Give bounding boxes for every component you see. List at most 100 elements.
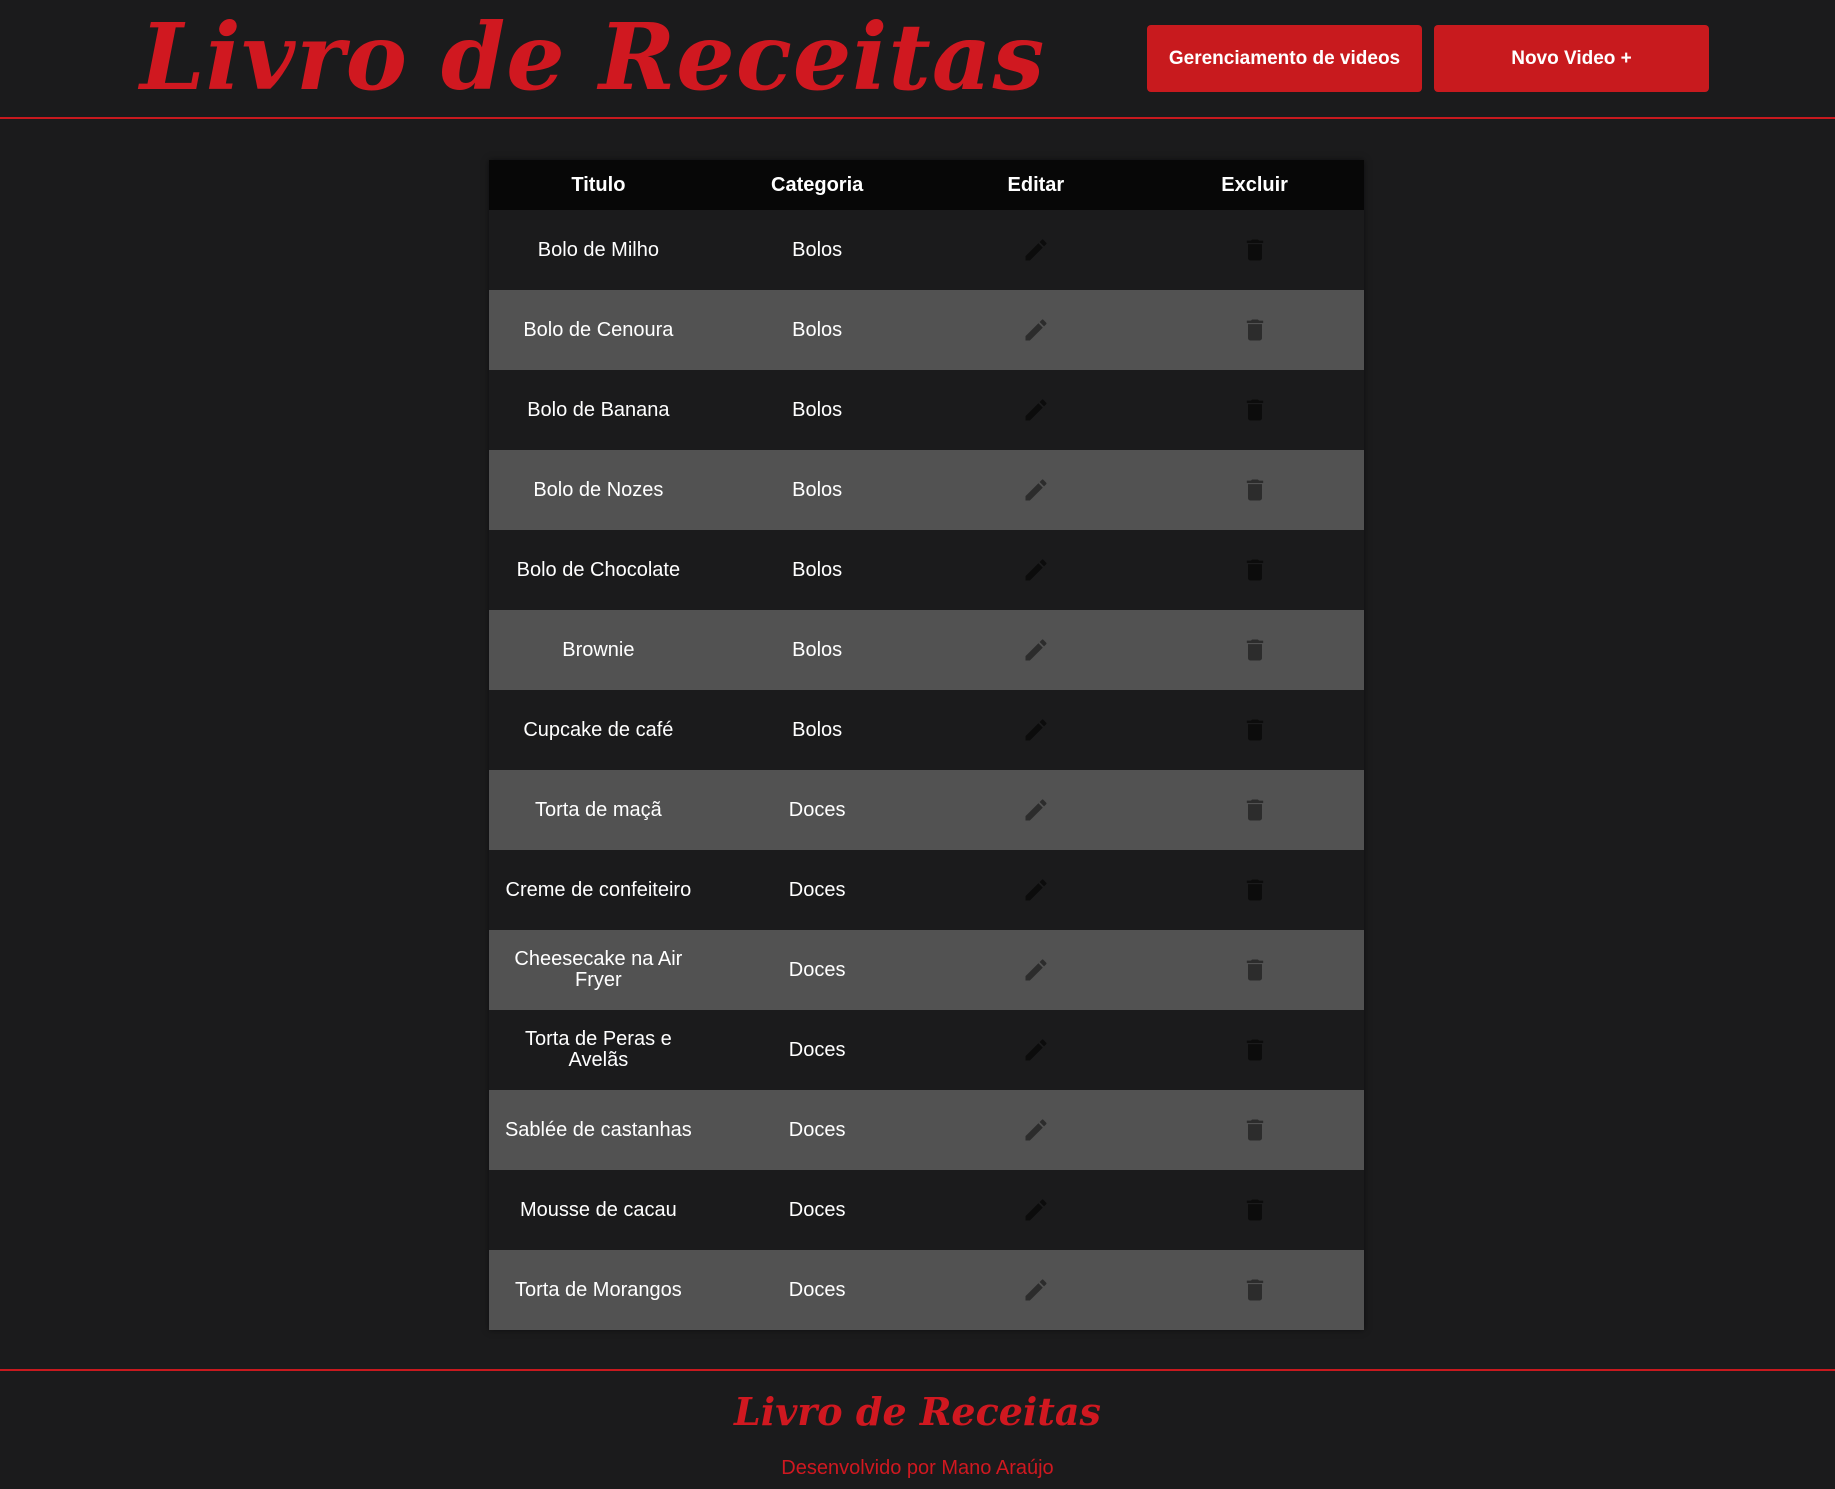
trash-icon[interactable] — [1241, 716, 1269, 744]
manage-videos-button[interactable]: Gerenciamento de videos — [1147, 25, 1422, 92]
pencil-icon[interactable] — [1022, 1116, 1050, 1144]
recipe-category: Doces — [788, 1198, 846, 1221]
delete-cell — [1145, 450, 1364, 530]
recipe-category: Bolos — [792, 318, 843, 341]
table-row: Sablée de castanhas Doces — [489, 1090, 1364, 1170]
edit-cell — [927, 530, 1146, 610]
recipe-category: Doces — [788, 878, 846, 901]
trash-icon[interactable] — [1241, 236, 1269, 264]
edit-cell — [927, 1170, 1146, 1250]
site-footer: Livro de Receitas Desenvolvido por Mano … — [0, 1369, 1835, 1489]
trash-icon[interactable] — [1241, 476, 1269, 504]
edit-cell — [927, 850, 1146, 930]
table-row: Bolo de Milho Bolos — [489, 210, 1364, 290]
recipe-category: Doces — [788, 958, 846, 981]
pencil-icon[interactable] — [1022, 1276, 1050, 1304]
recipes-table: Titulo Categoria Editar Excluir Bolo de … — [489, 160, 1364, 1330]
delete-cell — [1145, 210, 1364, 290]
pencil-icon[interactable] — [1022, 636, 1050, 664]
table-row: Mousse de cacau Doces — [489, 1170, 1364, 1250]
pencil-icon[interactable] — [1022, 1196, 1050, 1224]
edit-cell — [927, 370, 1146, 450]
table-row: Bolo de Chocolate Bolos — [489, 530, 1364, 610]
column-header-titulo: Titulo — [571, 173, 626, 196]
table-row: Brownie Bolos — [489, 610, 1364, 690]
delete-cell — [1145, 690, 1364, 770]
recipe-title: Bolo de Cenoura — [523, 318, 674, 341]
pencil-icon[interactable] — [1022, 236, 1050, 264]
trash-icon[interactable] — [1241, 796, 1269, 824]
recipe-title: Bolo de Milho — [537, 238, 659, 261]
trash-icon[interactable] — [1241, 1116, 1269, 1144]
table-row: Cheesecake na Air Fryer Doces — [489, 930, 1364, 1010]
edit-cell — [927, 690, 1146, 770]
trash-icon[interactable] — [1241, 636, 1269, 664]
delete-cell — [1145, 290, 1364, 370]
recipe-category: Doces — [788, 798, 846, 821]
trash-icon[interactable] — [1241, 1036, 1269, 1064]
pencil-icon[interactable] — [1022, 396, 1050, 424]
recipe-title: Cheesecake na Air Fryer — [514, 948, 683, 991]
recipe-title: Cupcake de café — [523, 718, 674, 741]
delete-cell — [1145, 610, 1364, 690]
edit-cell — [927, 930, 1146, 1010]
delete-cell — [1145, 370, 1364, 450]
trash-icon[interactable] — [1241, 956, 1269, 984]
table-row: Torta de Morangos Doces — [489, 1250, 1364, 1330]
trash-icon[interactable] — [1241, 1196, 1269, 1224]
trash-icon[interactable] — [1241, 1276, 1269, 1304]
recipe-title: Creme de confeiteiro — [505, 878, 692, 901]
delete-cell — [1145, 1090, 1364, 1170]
recipe-title: Torta de maçã — [535, 798, 662, 821]
pencil-icon[interactable] — [1022, 1036, 1050, 1064]
table-row: Bolo de Cenoura Bolos — [489, 290, 1364, 370]
recipe-category: Bolos — [792, 558, 843, 581]
delete-cell — [1145, 1010, 1364, 1090]
new-video-button[interactable]: Novo Video + — [1434, 25, 1709, 92]
edit-cell — [927, 290, 1146, 370]
site-header: Livro de Receitas Gerenciamento de video… — [0, 0, 1835, 119]
site-logo[interactable]: Livro de Receitas — [140, 2, 1045, 112]
trash-icon[interactable] — [1241, 876, 1269, 904]
recipe-category: Doces — [788, 1118, 846, 1141]
table-row: Cupcake de café Bolos — [489, 690, 1364, 770]
pencil-icon[interactable] — [1022, 316, 1050, 344]
table-body: Bolo de Milho Bolos Bolo de Cenoura Bolos Bo… — [489, 210, 1364, 1330]
recipe-title: Sablée de castanhas — [504, 1118, 692, 1141]
pencil-icon[interactable] — [1022, 796, 1050, 824]
pencil-icon[interactable] — [1022, 956, 1050, 984]
recipe-title: Torta de Peras e Avelãs — [525, 1028, 672, 1071]
table-header: Titulo Categoria Editar Excluir — [489, 160, 1364, 210]
recipe-title: Brownie — [562, 638, 635, 661]
pencil-icon[interactable] — [1022, 476, 1050, 504]
trash-icon[interactable] — [1241, 556, 1269, 584]
trash-icon[interactable] — [1241, 316, 1269, 344]
edit-cell — [927, 770, 1146, 850]
edit-cell — [927, 450, 1146, 530]
recipe-title: Bolo de Chocolate — [516, 558, 681, 581]
footer-credit: Desenvolvido por Mano Araújo — [781, 1457, 1054, 1479]
recipe-category: Bolos — [792, 398, 843, 421]
pencil-icon[interactable] — [1022, 876, 1050, 904]
column-header-editar: Editar — [1007, 173, 1065, 196]
delete-cell — [1145, 770, 1364, 850]
footer-logo: Livro de Receitas — [734, 1389, 1101, 1434]
recipe-title: Mousse de cacau — [519, 1198, 677, 1221]
delete-cell — [1145, 930, 1364, 1010]
edit-cell — [927, 210, 1146, 290]
column-header-categoria: Categoria — [771, 173, 864, 196]
table-row: Torta de maçã Doces — [489, 770, 1364, 850]
recipe-category: Bolos — [792, 238, 843, 261]
pencil-icon[interactable] — [1022, 556, 1050, 584]
delete-cell — [1145, 1170, 1364, 1250]
recipe-title: Bolo de Banana — [527, 398, 670, 421]
edit-cell — [927, 1090, 1146, 1170]
table-row: Creme de confeiteiro Doces — [489, 850, 1364, 930]
delete-cell — [1145, 1250, 1364, 1330]
pencil-icon[interactable] — [1022, 716, 1050, 744]
edit-cell — [927, 1250, 1146, 1330]
trash-icon[interactable] — [1241, 396, 1269, 424]
table-row: Torta de Peras e Avelãs Doces — [489, 1010, 1364, 1090]
delete-cell — [1145, 530, 1364, 610]
table-row: Bolo de Nozes Bolos — [489, 450, 1364, 530]
